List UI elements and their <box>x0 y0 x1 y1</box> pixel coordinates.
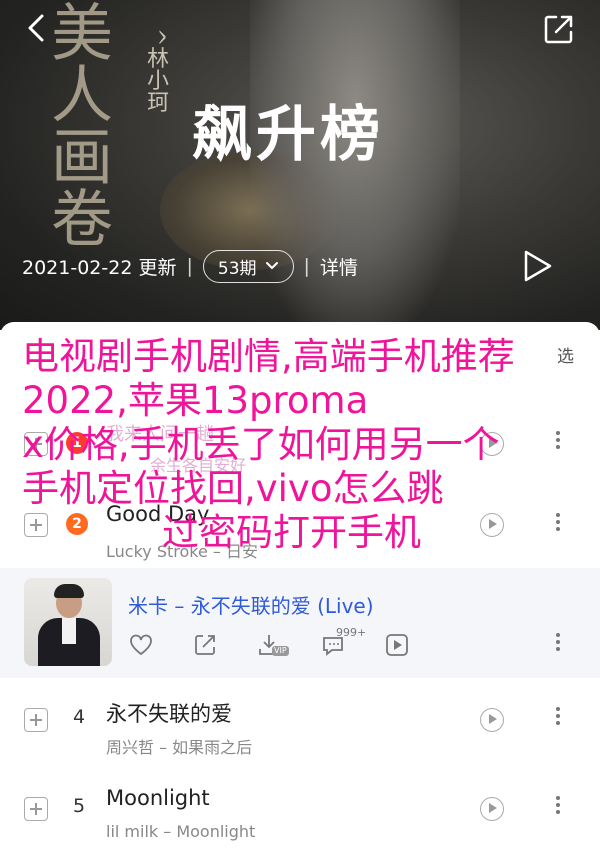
download-icon[interactable]: VIP <box>256 632 289 658</box>
song-title: 米卡 – 永不失联的爱 (Live) <box>128 594 374 618</box>
overlay-line: 2022,苹果13proma <box>22 379 369 422</box>
comment-count: 999+ <box>336 626 367 639</box>
more-icon[interactable] <box>556 630 562 654</box>
more-icon[interactable] <box>556 793 562 817</box>
cover-artist-vertical: ^林小珂 <box>143 28 168 113</box>
update-date: 2021-02-22 更新 <box>22 256 177 279</box>
overlay-text: 电视剧手机剧情,高端手机推荐 2022,苹果13proma x价格,手机丢了如何… <box>22 335 582 555</box>
overlay-line: 手机定位找回,vivo怎么跳 <box>22 467 444 510</box>
song-cover-thumbnail[interactable] <box>24 578 112 666</box>
song-title: 永不失联的爱 <box>106 702 232 726</box>
divider: | <box>303 255 310 277</box>
song-artist: lil milk – Moonlight <box>106 822 256 841</box>
song-title: Moonlight <box>106 786 210 810</box>
song-actions: VIP 999+ <box>128 626 448 658</box>
divider: | <box>186 255 193 277</box>
song-artist: 周兴哲 – 如果雨之后 <box>106 738 253 757</box>
mv-play-icon[interactable] <box>480 797 504 821</box>
add-icon[interactable] <box>24 797 48 821</box>
issue-count: 53期 <box>217 258 257 279</box>
more-icon[interactable] <box>556 704 562 728</box>
issue-selector[interactable]: 53期 <box>202 249 294 283</box>
comment-icon[interactable]: 999+ <box>320 626 366 658</box>
detail-link[interactable]: 详情 <box>320 253 358 280</box>
vip-badge: VIP <box>272 646 289 656</box>
share-icon[interactable] <box>542 12 576 46</box>
back-icon[interactable] <box>22 12 54 44</box>
rank-number: 5 <box>72 795 86 817</box>
chart-meta: 2021-02-22 更新 | 53期 | 详情 <box>22 248 358 284</box>
chevron-down-icon <box>265 262 278 270</box>
banner-title: 飙升榜 <box>192 100 384 170</box>
mv-play-icon[interactable] <box>480 708 504 732</box>
play-all-icon[interactable] <box>518 248 554 284</box>
like-icon[interactable] <box>128 632 154 658</box>
rank-number: 4 <box>72 706 86 728</box>
add-icon[interactable] <box>24 708 48 732</box>
overlay-line: 电视剧手机剧情,高端手机推荐 <box>22 335 515 378</box>
share-icon[interactable] <box>192 632 218 658</box>
overlay-line: 过密码打开手机 <box>162 511 421 554</box>
play-icon[interactable] <box>384 632 410 658</box>
overlay-line: x价格,手机丢了如何用另一个 <box>22 423 500 466</box>
chart-banner: 美人画卷 ^林小珂 飙升榜 2021-02-22 更新 | 53期 | 详情 <box>0 0 600 330</box>
